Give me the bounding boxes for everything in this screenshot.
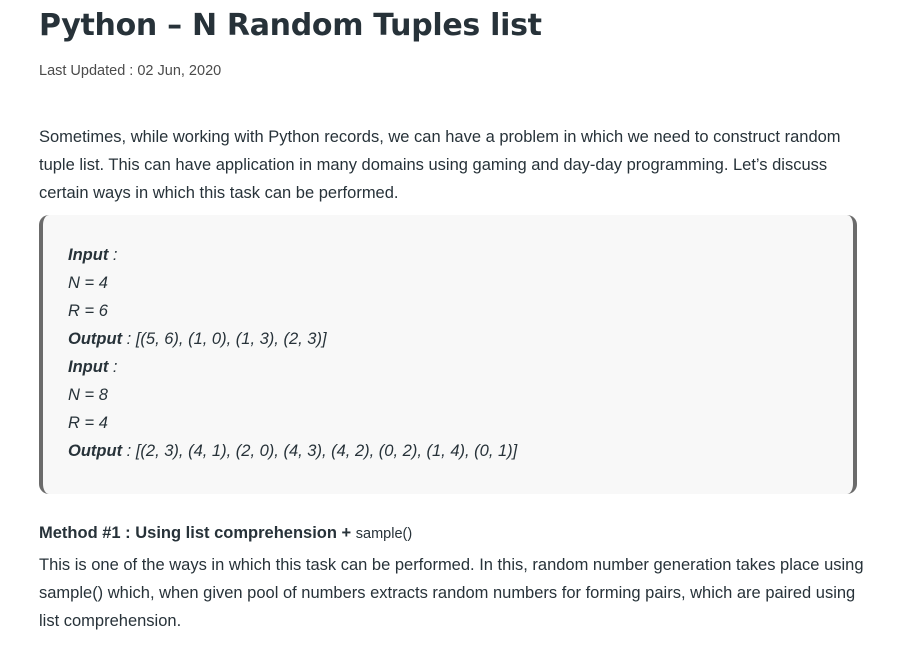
example-value: N = 8 (68, 386, 108, 404)
intro-paragraph: Sometimes, while working with Python rec… (39, 128, 841, 202)
example-label: Input (68, 358, 109, 376)
example-label: Input (68, 246, 109, 264)
example-box: Input : N = 4 R = 6 Output : [(5, 6), (1… (39, 215, 857, 494)
example-label: Output (68, 442, 123, 460)
example-value: [(2, 3), (4, 1), (2, 0), (4, 3), (4, 2),… (135, 442, 518, 460)
example-value: [(5, 6), (1, 0), (1, 3), (2, 3)] (135, 330, 327, 348)
example-line: Output : [(5, 6), (1, 0), (1, 3), (2, 3)… (68, 325, 853, 353)
method-body: This is one of the ways in which this ta… (39, 556, 864, 630)
example-line: N = 8 (68, 381, 853, 409)
example-value: N = 4 (68, 274, 108, 292)
example-line: Input : (68, 353, 853, 381)
example-line: R = 6 (68, 297, 853, 325)
example-sep: : (108, 358, 118, 376)
example-label: Output (68, 330, 123, 348)
example-value: R = 4 (68, 414, 108, 432)
example-sep: : (122, 442, 136, 460)
example-sep: : (122, 330, 136, 348)
page-title: Python – N Random Tuples list (39, 8, 542, 43)
method-heading-text: Method #1 : Using list comprehension + (39, 524, 356, 542)
method-heading-code: sample() (355, 526, 413, 542)
method-heading: Method #1 : Using list comprehension + s… (39, 524, 412, 543)
example-line: R = 4 (68, 409, 853, 437)
last-updated: Last Updated : 02 Jun, 2020 (39, 63, 222, 79)
example-sep: : (108, 246, 118, 264)
example-line: Input : (68, 241, 853, 269)
example-line: N = 4 (68, 269, 853, 297)
example-value: R = 6 (68, 302, 108, 320)
example-line: Output : [(2, 3), (4, 1), (2, 0), (4, 3)… (68, 437, 853, 465)
